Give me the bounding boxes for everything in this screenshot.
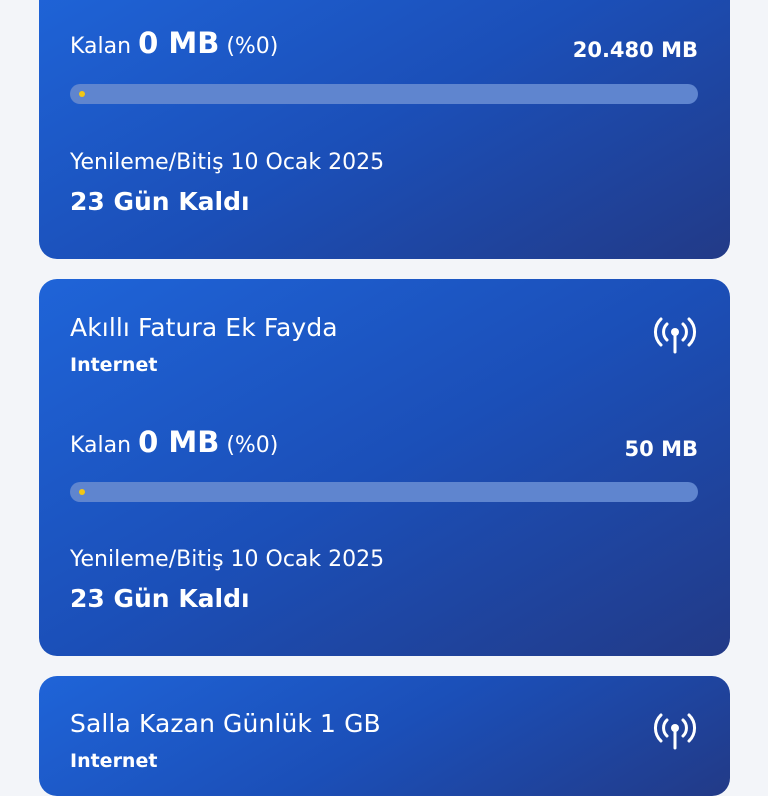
package-card-2[interactable]: Akıllı Fatura Ek Fayda Internet Kalan 0 … — [39, 279, 730, 656]
remaining-percent: (%0) — [226, 34, 279, 59]
antenna-signal-icon — [654, 317, 696, 354]
remaining-percent: (%0) — [226, 433, 279, 458]
package-card-3[interactable]: Salla Kazan Günlük 1 GB Internet — [39, 676, 730, 796]
usage-bar-indicator — [79, 489, 85, 495]
antenna-signal-icon — [654, 713, 696, 750]
package-type: Internet — [70, 750, 158, 772]
days-left: 23 Gün Kaldı — [70, 584, 250, 613]
remaining-row: Kalan 0 MB (%0) — [70, 425, 278, 459]
package-type: Internet — [70, 354, 158, 376]
package-card-1[interactable]: Kalan 0 MB (%0) 20.480 MB Yenileme/Bitiş… — [39, 0, 730, 259]
remaining-label: Kalan — [70, 34, 132, 59]
package-title: Akıllı Fatura Ek Fayda — [70, 313, 338, 342]
days-left: 23 Gün Kaldı — [70, 187, 250, 216]
renewal-date: Yenileme/Bitiş 10 Ocak 2025 — [70, 150, 385, 175]
total-quota: 20.480 MB — [572, 38, 698, 62]
usage-bar — [70, 482, 698, 502]
renewal-date: Yenileme/Bitiş 10 Ocak 2025 — [70, 547, 385, 572]
usage-bar — [70, 84, 698, 104]
package-title: Salla Kazan Günlük 1 GB — [70, 709, 381, 738]
remaining-row: Kalan 0 MB (%0) — [70, 26, 278, 60]
total-quota: 50 MB — [624, 437, 698, 461]
remaining-value: 0 MB — [138, 26, 220, 60]
usage-bar-indicator — [79, 91, 85, 97]
remaining-label: Kalan — [70, 433, 132, 458]
remaining-value: 0 MB — [138, 425, 220, 459]
